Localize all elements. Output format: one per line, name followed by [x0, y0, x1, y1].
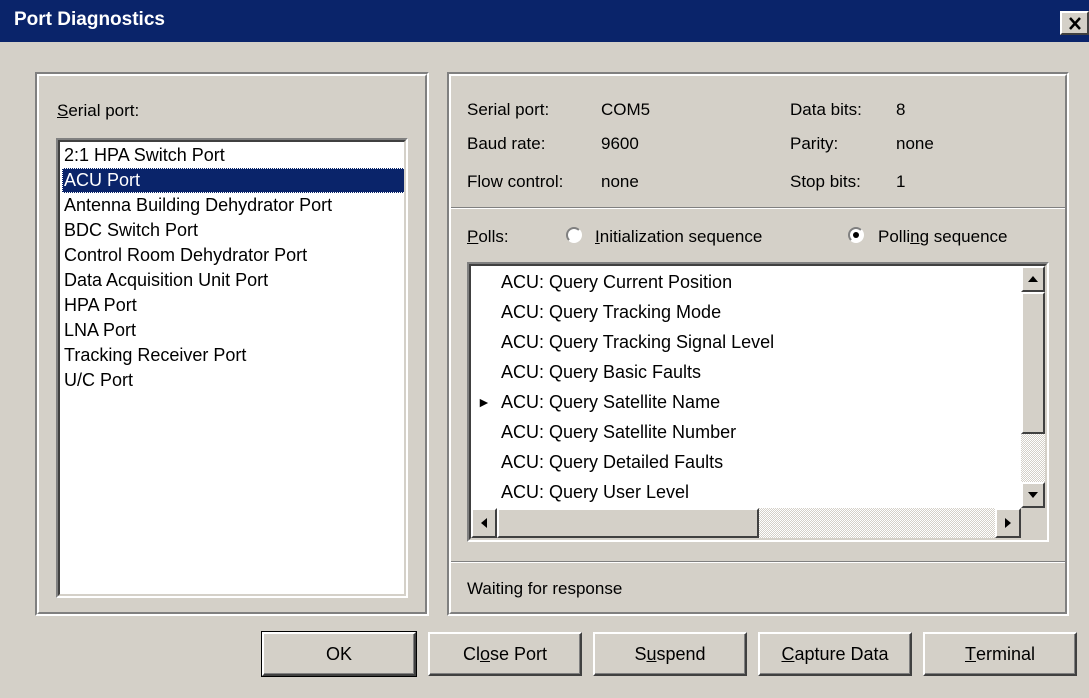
- arrow-down-icon: [1028, 492, 1038, 498]
- poll-item[interactable]: ACU: Query Satellite Number: [501, 417, 736, 447]
- serial-port-info-label: Serial port:: [467, 100, 550, 119]
- arrow-up-icon: [1028, 276, 1038, 282]
- poll-item[interactable]: ACU: Query Satellite Name: [501, 387, 720, 417]
- serial-port-item[interactable]: LNA Port: [62, 318, 136, 343]
- divider: [451, 561, 1065, 563]
- poll-item[interactable]: ACU: Query Tracking Signal Level: [501, 327, 774, 357]
- data-bits-label: Data bits:: [790, 100, 862, 119]
- ok-button[interactable]: OK: [261, 631, 417, 677]
- arrow-left-icon: [481, 518, 487, 528]
- serial-port-item[interactable]: Control Room Dehydrator Port: [62, 243, 307, 268]
- serial-port-item[interactable]: BDC Switch Port: [62, 218, 198, 243]
- serial-port-value: COM5: [601, 100, 651, 119]
- radio-selected-dot: [853, 232, 859, 238]
- poll-item[interactable]: ACU: Query Basic Faults: [501, 357, 701, 387]
- serial-port-item[interactable]: Tracking Receiver Port: [62, 343, 246, 368]
- serial-port-list[interactable]: 2:1 HPA Switch Port ACU Port Antenna Build…: [56, 138, 408, 598]
- window-title: Port Diagnostics: [14, 9, 165, 30]
- suspend-button[interactable]: Su spend: [593, 632, 747, 676]
- flow-control-value: none: [601, 172, 639, 191]
- parity-value: none: [896, 134, 934, 153]
- poll-item[interactable]: ACU: Query User Level: [501, 477, 689, 507]
- close-button[interactable]: [1060, 11, 1089, 35]
- init-sequence-label[interactable]: Initialization sequence: [595, 227, 762, 247]
- scroll-left-button[interactable]: [471, 508, 497, 538]
- flow-control-label: Flow control:: [467, 172, 564, 191]
- baud-rate-value: 9600: [601, 134, 639, 153]
- serial-port-item[interactable]: ACU Port: [62, 168, 404, 193]
- horizontal-scroll-thumb[interactable]: [497, 508, 759, 538]
- poll-item[interactable]: ACU: Query Tracking Mode: [501, 297, 721, 327]
- stop-bits-value: 1: [896, 172, 906, 191]
- poll-item[interactable]: ACU: Query Detailed Faults: [501, 447, 723, 477]
- serial-port-item[interactable]: Antenna Building Dehydrator Port: [62, 193, 332, 218]
- terminal-button[interactable]: Terminal: [923, 632, 1077, 676]
- scroll-down-button[interactable]: [1021, 482, 1045, 508]
- serial-port-item[interactable]: 2:1 HPA Switch Port: [62, 143, 225, 168]
- polling-sequence-radio[interactable]: [848, 227, 864, 243]
- poll-item[interactable]: ACU: Query Current Position: [501, 267, 732, 297]
- status-text: Waiting for response: [467, 579, 623, 598]
- vertical-scroll-thumb[interactable]: [1021, 292, 1045, 434]
- arrow-right-icon: [1005, 518, 1011, 528]
- baud-rate-label: Baud rate:: [467, 134, 546, 153]
- polling-sequence-label[interactable]: Polling sequence: [878, 227, 1008, 247]
- scroll-corner: [1021, 508, 1045, 538]
- serial-port-item[interactable]: U/C Port: [62, 368, 133, 393]
- scroll-up-button[interactable]: [1021, 266, 1045, 292]
- stop-bits-label: Stop bits:: [790, 172, 861, 191]
- polls-list[interactable]: ACU: Query Current Position ACU: Query Tr…: [467, 262, 1049, 542]
- serial-port-item[interactable]: Data Acquisition Unit Port: [62, 268, 268, 293]
- data-bits-value: 8: [896, 100, 906, 119]
- scroll-right-button[interactable]: [995, 508, 1021, 538]
- init-sequence-radio[interactable]: [566, 227, 582, 243]
- serial-port-item[interactable]: HPA Port: [62, 293, 137, 318]
- close-icon: [1068, 16, 1081, 30]
- polls-label: Polls:: [467, 227, 509, 246]
- divider: [451, 207, 1065, 209]
- current-poll-marker-icon: ►: [477, 394, 491, 410]
- close-port-button[interactable]: Cl o se Port: [428, 632, 582, 676]
- capture-data-button[interactable]: Capture Data: [758, 632, 912, 676]
- serial-port-label: Serial port:: [57, 101, 140, 120]
- parity-label: Parity:: [790, 134, 839, 153]
